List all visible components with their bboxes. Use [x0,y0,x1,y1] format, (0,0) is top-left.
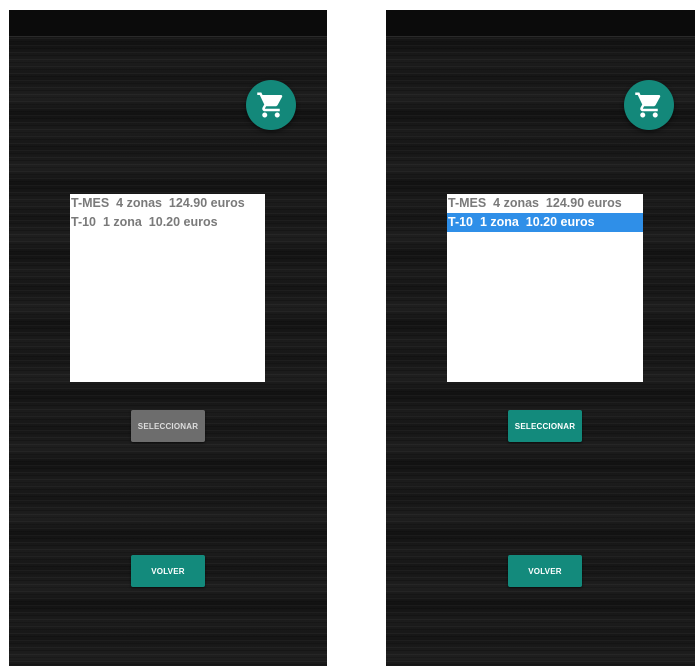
phone-screen-before: T-MES 4 zonas 124.90 euros T-10 1 zona 1… [9,10,327,666]
back-button[interactable]: VOLVER [131,555,205,587]
list-item-t-mes[interactable]: T-MES 4 zonas 124.90 euros [447,194,643,213]
status-bar [386,10,695,37]
list-item-t-10[interactable]: T-10 1 zona 10.20 euros [70,213,265,232]
ticket-list[interactable]: T-MES 4 zonas 124.90 euros T-10 1 zona 1… [70,194,265,382]
shopping-cart-icon [257,92,283,118]
status-bar [9,10,327,37]
ticket-list[interactable]: T-MES 4 zonas 124.90 euros T-10 1 zona 1… [447,194,643,382]
cart-button[interactable] [246,80,296,130]
select-button[interactable]: SELECCIONAR [131,410,205,442]
back-button[interactable]: VOLVER [508,555,582,587]
shopping-cart-icon [635,92,661,118]
cart-button[interactable] [624,80,674,130]
screenshot-comparison: T-MES 4 zonas 124.90 euros T-10 1 zona 1… [0,0,695,666]
select-button[interactable]: SELECCIONAR [508,410,582,442]
phone-screen-after: T-MES 4 zonas 124.90 euros T-10 1 zona 1… [386,10,695,666]
list-item-t-10-selected[interactable]: T-10 1 zona 10.20 euros [447,213,643,232]
list-item-t-mes[interactable]: T-MES 4 zonas 124.90 euros [70,194,265,213]
